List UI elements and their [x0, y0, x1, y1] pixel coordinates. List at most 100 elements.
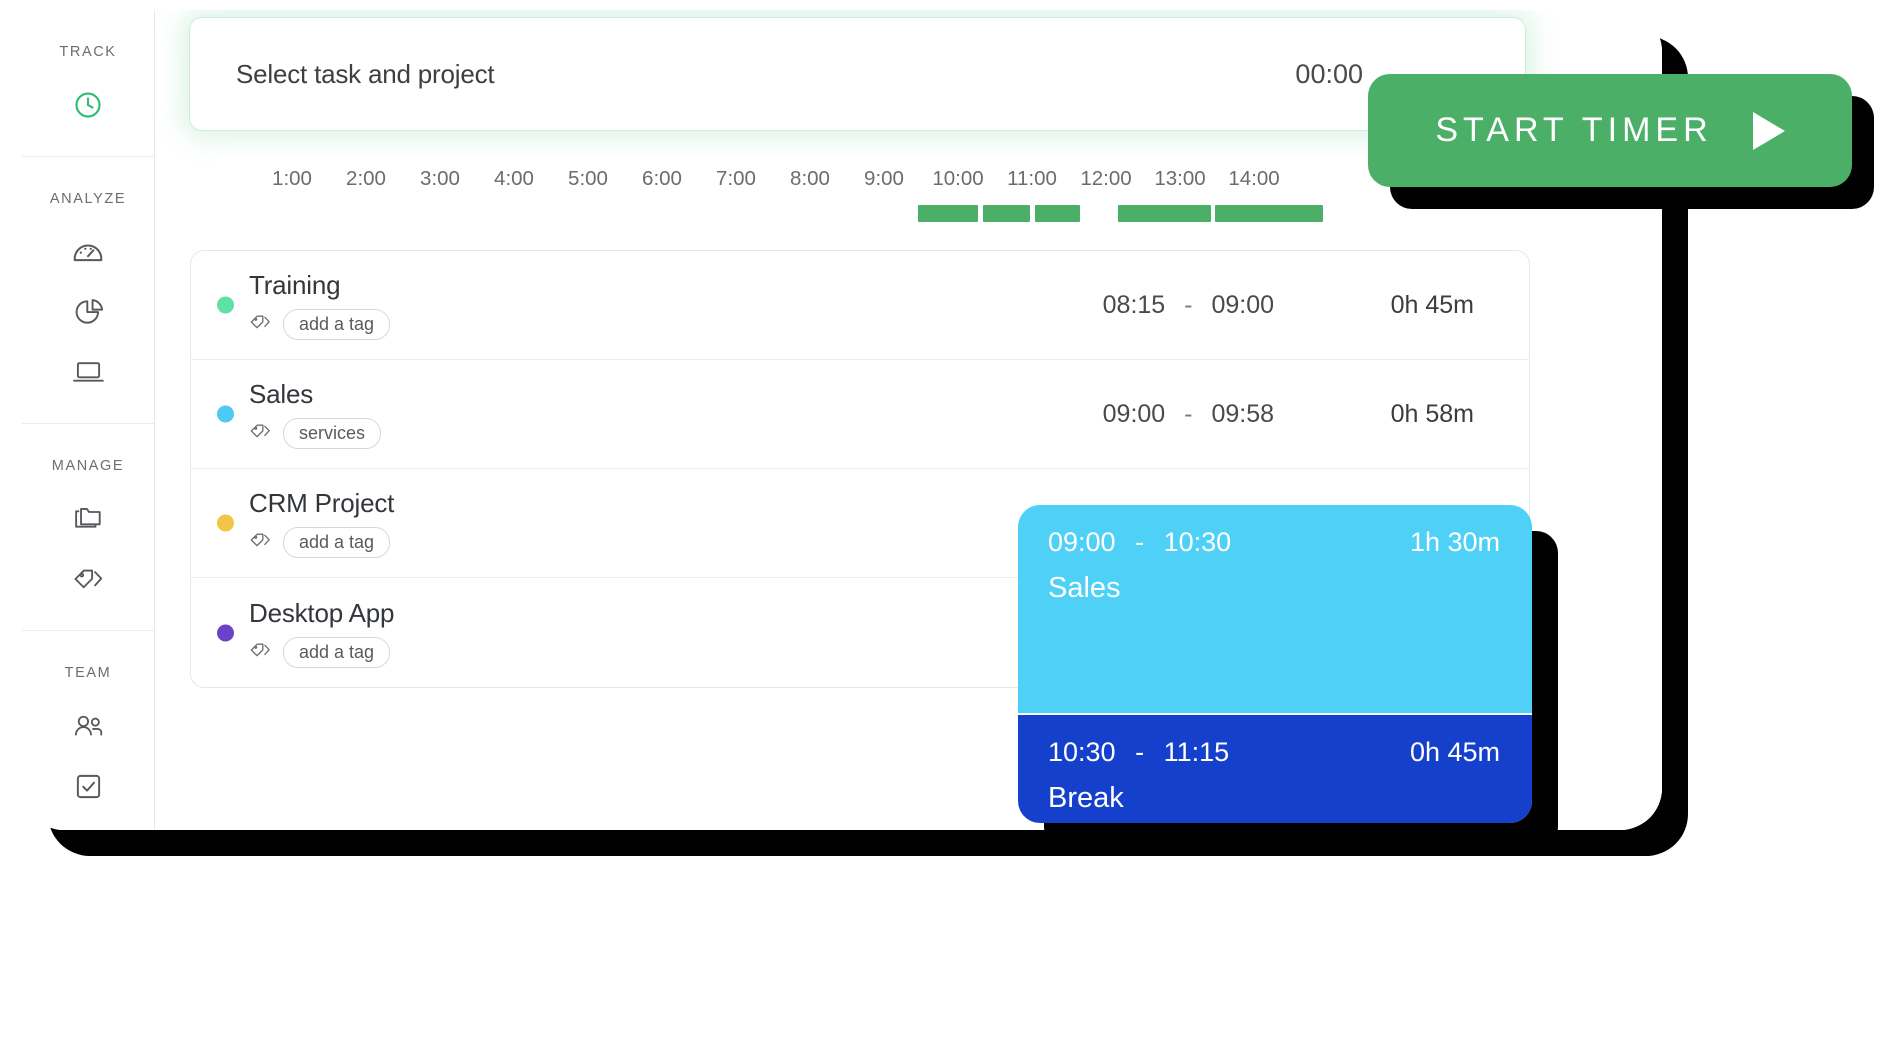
- sidebar-section-manage: MANAGE: [22, 424, 154, 631]
- ruler-tick: 7:00: [716, 167, 756, 190]
- entry-start-time: 09:00: [1102, 399, 1166, 428]
- tag-icon: [249, 640, 271, 665]
- project-color-dot: [217, 514, 234, 532]
- ruler-tick: 13:00: [1154, 167, 1206, 190]
- popup-end-time: 11:15: [1163, 737, 1230, 767]
- start-timer-label: START TIMER: [1435, 111, 1713, 149]
- popup-time-dash: -: [1135, 737, 1145, 767]
- entry-title: Desktop App: [249, 597, 395, 628]
- tag-icon: [249, 530, 271, 555]
- play-icon: [1752, 111, 1785, 150]
- popup-duration: 1h 30m: [1409, 527, 1500, 557]
- checkbox-icon: [74, 772, 103, 801]
- start-timer-button[interactable]: START TIMER: [1368, 74, 1852, 187]
- sidebar-item-activity[interactable]: [61, 347, 115, 397]
- sidebar-section-label-track: TRACK: [59, 44, 117, 60]
- ruler-tick: 2:00: [346, 167, 386, 190]
- entry-main: Training add a tag: [249, 270, 391, 340]
- entry-tag-row: add a tag: [249, 309, 391, 340]
- activity-bar-segment: [1215, 205, 1323, 222]
- sidebar-item-dashboard[interactable]: [61, 227, 115, 277]
- sidebar-item-timer[interactable]: [61, 80, 115, 130]
- sidebar-item-reports[interactable]: [61, 287, 115, 337]
- entry-main: Sales services: [249, 379, 382, 449]
- activity-bar-segment: [1118, 205, 1211, 222]
- laptop-icon: [72, 359, 105, 385]
- add-tag-chip[interactable]: add a tag: [283, 527, 391, 558]
- add-tag-chip[interactable]: add a tag: [283, 636, 391, 668]
- table-row[interactable]: Sales services 09:00 - 09:58 0h 58m: [191, 360, 1529, 469]
- popup-entry-title: Break: [1048, 782, 1124, 814]
- sidebar-item-projects[interactable]: [61, 494, 115, 544]
- popup-start-time: 10:30: [1048, 737, 1116, 767]
- tag-icon: [249, 421, 271, 446]
- popup-entry-break[interactable]: 10:30 - 11:15 0h 45m Break: [1018, 715, 1532, 823]
- entry-tag-row: add a tag: [249, 636, 394, 668]
- sidebar-section-team: TEAM: [22, 631, 154, 830]
- ruler-tick: 1:00: [272, 167, 312, 190]
- ruler-tick: 5:00: [568, 167, 608, 190]
- pie-chart-icon: [73, 297, 104, 328]
- timer-bar: Select task and project 00:00: [190, 18, 1525, 130]
- sidebar-item-members[interactable]: [61, 701, 115, 751]
- activity-bar-segment: [1035, 205, 1080, 222]
- entry-time-range[interactable]: 08:15 - 09:00: [1103, 291, 1274, 320]
- sidebar-section-label-manage: MANAGE: [51, 458, 125, 474]
- popup-entry-title: Sales: [1048, 572, 1121, 604]
- entry-title: CRM Project: [249, 488, 395, 518]
- sidebar-item-tags[interactable]: [61, 554, 115, 604]
- entry-time-range[interactable]: 09:00 - 09:58: [1103, 400, 1274, 429]
- task-project-input[interactable]: Select task and project: [236, 59, 495, 90]
- ruler-tick: 11:00: [1007, 167, 1057, 190]
- popup-end-time: 10:30: [1163, 527, 1232, 557]
- entry-duration: 0h 45m: [1390, 290, 1474, 319]
- tag-icon: [72, 565, 104, 593]
- ruler-tick: 14:00: [1228, 167, 1280, 190]
- popup-start-time: 09:00: [1048, 527, 1116, 557]
- ruler-tick: 12:00: [1080, 167, 1132, 190]
- sidebar-section-track: TRACK: [22, 10, 154, 157]
- ruler-tick: 9:00: [864, 167, 904, 190]
- sidebar-section-label-team: TEAM: [64, 665, 112, 681]
- ruler-tick: 10:00: [932, 167, 984, 190]
- popup-entry-sales[interactable]: 09:00 - 10:30 1h 30m Sales: [1018, 505, 1532, 713]
- gauge-icon: [72, 237, 104, 267]
- tag-icon: [249, 312, 271, 337]
- sidebar-section-analyze: ANALYZE: [22, 157, 154, 424]
- project-color-dot: [217, 296, 234, 314]
- entry-main: CRM Project add a tag: [249, 488, 394, 558]
- entry-end-time: 09:58: [1211, 399, 1274, 428]
- popup-duration: 0h 45m: [1409, 737, 1500, 767]
- entry-start-time: 08:15: [1102, 290, 1166, 319]
- screenshot-stage: TRACK ANALYZE MANAGE TEAM Select task an…: [0, 0, 1890, 1044]
- entry-end-time: 09:00: [1211, 290, 1274, 319]
- entry-title: Training: [249, 270, 341, 300]
- sidebar-section-label-analyze: ANALYZE: [49, 191, 127, 207]
- ruler-tick: 3:00: [420, 167, 460, 190]
- activity-bar-track: [155, 205, 1662, 223]
- timer-display: 00:00: [1295, 58, 1363, 89]
- time-entry-popup: 09:00 - 10:30 1h 30m Sales 10:30 - 11:15…: [1018, 505, 1532, 823]
- sidebar-item-approvals[interactable]: [61, 761, 115, 811]
- tag-chip[interactable]: services: [283, 418, 382, 449]
- folder-icon: [73, 505, 104, 533]
- project-color-dot: [217, 405, 234, 423]
- entry-main: Desktop App add a tag: [249, 598, 394, 668]
- entry-title: Sales: [249, 379, 314, 409]
- activity-bar-segment: [983, 205, 1030, 222]
- entry-time-dash: -: [1184, 399, 1193, 428]
- popup-time-dash: -: [1135, 527, 1145, 557]
- sidebar: TRACK ANALYZE MANAGE TEAM: [22, 10, 155, 830]
- table-row[interactable]: Training add a tag 08:15 - 09:00 0h 45m: [191, 251, 1529, 360]
- project-color-dot: [217, 624, 234, 641]
- clock-icon: [73, 90, 103, 120]
- entry-tag-row: add a tag: [249, 527, 394, 558]
- ruler-tick: 4:00: [494, 167, 534, 190]
- activity-bar-segment: [918, 205, 978, 222]
- add-tag-chip[interactable]: add a tag: [283, 309, 391, 340]
- ruler-tick: 8:00: [790, 167, 830, 190]
- people-icon: [72, 712, 104, 740]
- ruler-tick: 6:00: [642, 167, 682, 190]
- timeline-ruler: 1:00 2:00 3:00 4:00 5:00 6:00 7:00 8:00 …: [255, 162, 1545, 196]
- entry-duration: 0h 58m: [1390, 399, 1474, 428]
